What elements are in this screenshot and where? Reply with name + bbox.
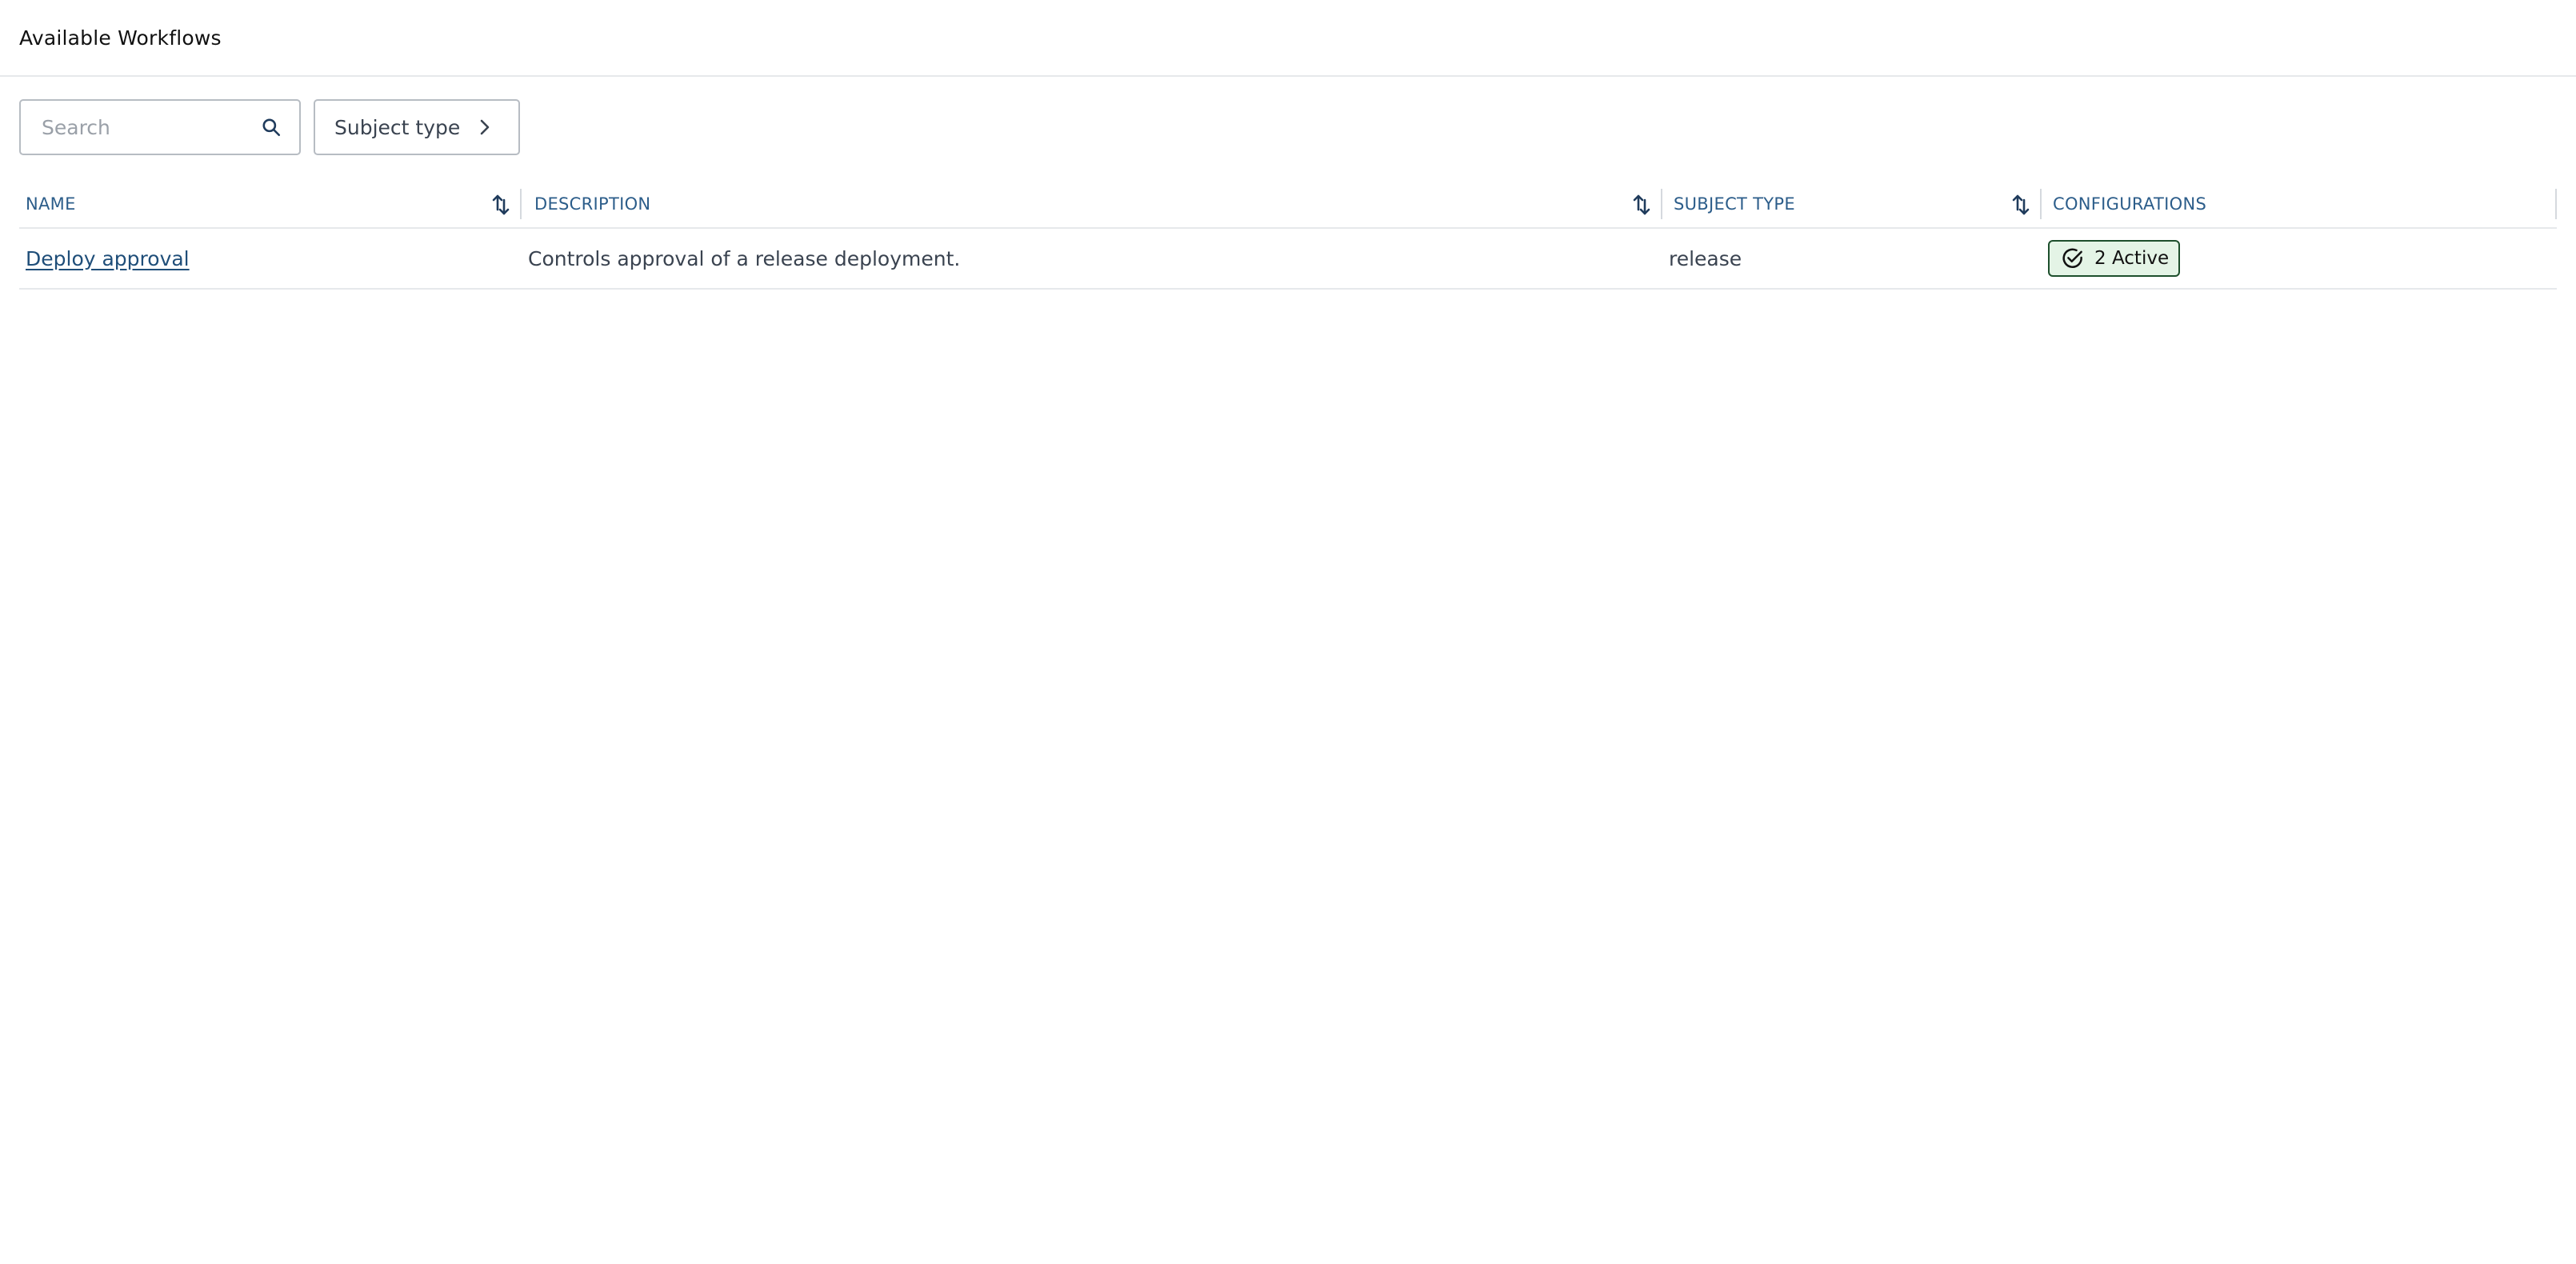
- search-icon[interactable]: [259, 115, 283, 139]
- column-header-subject-type: SUBJECT TYPE: [1662, 181, 2042, 227]
- sort-icon[interactable]: [2011, 194, 2030, 216]
- table-header: NAME DESCRIPTION SUBJECT TYPE CONFIGURAT…: [19, 181, 2557, 229]
- column-header-description: DESCRIPTION: [522, 181, 1662, 227]
- cell-name: Deploy approval: [19, 229, 522, 288]
- column-header-label: CONFIGURATIONS: [2053, 194, 2207, 214]
- column-header-label: DESCRIPTION: [534, 194, 651, 214]
- column-header-label: SUBJECT TYPE: [1674, 194, 1795, 214]
- subject-type-filter-button[interactable]: Subject type: [314, 99, 520, 155]
- cell-description: Controls approval of a release deploymen…: [522, 229, 1662, 288]
- search-box[interactable]: [19, 99, 301, 155]
- cell-subject-type: release: [1662, 229, 2042, 288]
- workflow-description: Controls approval of a release deploymen…: [528, 246, 961, 270]
- table-row: Deploy approval Controls approval of a r…: [19, 229, 2557, 290]
- filter-label: Subject type: [334, 115, 461, 139]
- chevron-right-icon: [478, 117, 494, 138]
- check-circle-icon: [2061, 246, 2085, 270]
- workflows-table: NAME DESCRIPTION SUBJECT TYPE CONFIGURAT…: [19, 181, 2557, 290]
- column-header-label: NAME: [26, 194, 76, 214]
- sort-icon[interactable]: [491, 194, 510, 216]
- page-header: Available Workflows: [0, 0, 2576, 77]
- page: Available Workflows Subject type NAM: [0, 0, 2576, 1264]
- workflow-subject-type: release: [1669, 246, 1742, 270]
- column-header-configurations: CONFIGURATIONS: [2042, 181, 2557, 227]
- column-header-name: NAME: [19, 181, 522, 227]
- toolbar: Subject type: [19, 99, 520, 155]
- column-divider[interactable]: [2555, 189, 2557, 219]
- search-input[interactable]: [42, 115, 259, 139]
- workflow-name-link[interactable]: Deploy approval: [26, 247, 190, 270]
- page-title: Available Workflows: [19, 26, 222, 50]
- cell-configurations: 2 Active: [2042, 229, 2557, 288]
- configurations-status-label: 2 Active: [2094, 248, 2170, 269]
- sort-icon[interactable]: [1632, 194, 1651, 216]
- configurations-status-badge[interactable]: 2 Active: [2048, 240, 2181, 277]
